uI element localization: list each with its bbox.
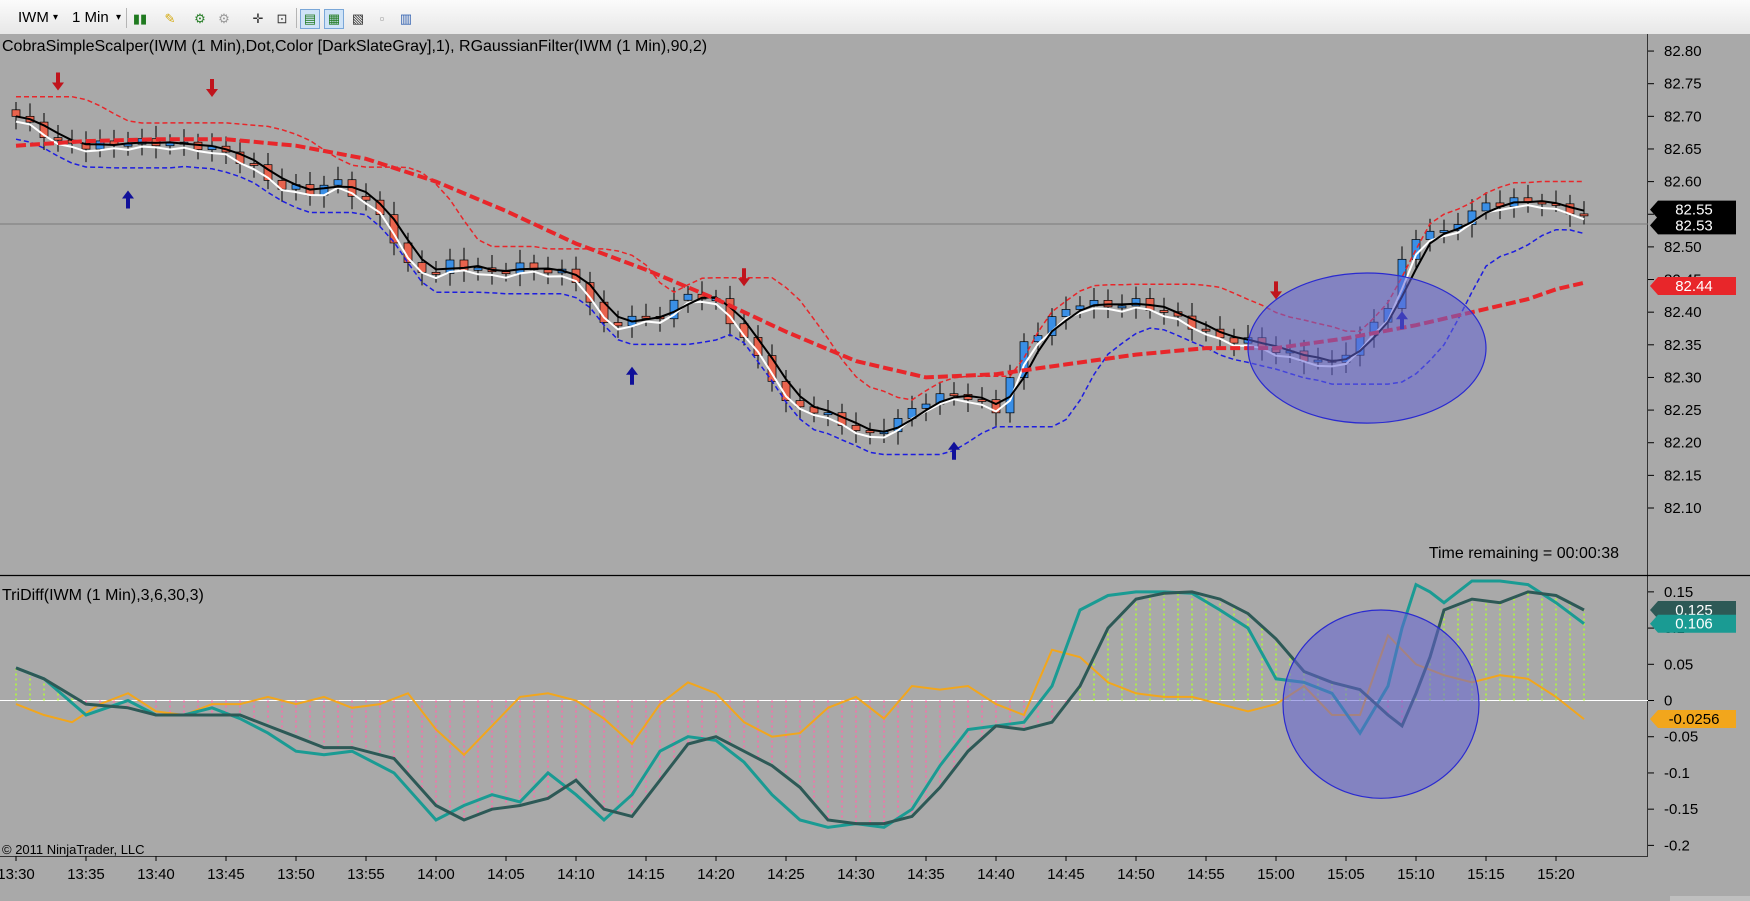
candle-up xyxy=(333,179,343,186)
time-tick-label: 14:00 xyxy=(417,866,455,883)
time-tick-label: 15:15 xyxy=(1467,866,1505,883)
time-tick-label: 15:20 xyxy=(1537,866,1575,883)
indicator-tick-label: -0.05 xyxy=(1664,729,1698,746)
horizontal-scrollbar[interactable] xyxy=(1670,896,1750,901)
time-tick-label: 14:30 xyxy=(837,866,875,883)
candle-down xyxy=(1201,328,1211,332)
indicator-tick-label: 0.05 xyxy=(1664,656,1693,673)
time-tick-label: 14:35 xyxy=(907,866,945,883)
candle-down xyxy=(613,322,623,327)
indicator-tick-label: 0 xyxy=(1664,693,1672,710)
highlight-ellipse xyxy=(1247,272,1487,424)
draw-tool-icon[interactable]: ✎ xyxy=(160,9,180,29)
candle-down xyxy=(431,271,441,275)
candle-up xyxy=(473,267,483,271)
price-value-label: 82.53 xyxy=(1675,217,1713,234)
candle-down xyxy=(1579,213,1589,217)
candle-up xyxy=(1117,305,1127,309)
properties-icon[interactable]: ▦ xyxy=(324,9,344,29)
price-tick-label: 82.65 xyxy=(1664,141,1702,158)
indicator-tick-label: -0.15 xyxy=(1664,801,1698,818)
instrument-selector[interactable]: IWM xyxy=(18,8,49,28)
indicator-icon[interactable]: ▫ xyxy=(372,9,392,29)
time-tick-label: 14:15 xyxy=(627,866,665,883)
time-tick-label: 14:05 xyxy=(487,866,525,883)
time-tick-label: 15:00 xyxy=(1257,866,1295,883)
candle-down xyxy=(1229,337,1239,344)
price-tick-label: 82.20 xyxy=(1664,435,1702,452)
crosshair-icon[interactable]: ✛ xyxy=(248,9,268,29)
time-tick-label: 13:55 xyxy=(347,866,385,883)
price-value-label: 82.44 xyxy=(1675,278,1713,295)
zoom-icon[interactable]: ⊡ xyxy=(272,9,292,29)
chart-trader-icon[interactable]: ▧ xyxy=(348,9,368,29)
data-box-icon[interactable]: ▤ xyxy=(300,9,320,29)
chart-background xyxy=(0,34,1750,901)
strategy-icon[interactable]: ▥ xyxy=(396,9,416,29)
price-tick-label: 82.10 xyxy=(1664,500,1702,517)
price-tick-label: 82.75 xyxy=(1664,76,1702,93)
time-remaining-label: Time remaining = 00:00:38 xyxy=(1429,545,1619,562)
interval-selector[interactable]: 1 Min xyxy=(72,8,109,28)
candle-up xyxy=(1481,202,1491,212)
candle-down xyxy=(11,109,21,117)
indicator-tick-label: -0.1 xyxy=(1664,765,1690,782)
candle-up xyxy=(1061,309,1071,317)
time-tick-label: 13:50 xyxy=(277,866,315,883)
instrument-dropdown-icon[interactable]: ▾ xyxy=(53,8,58,28)
candle-down xyxy=(543,269,553,274)
time-tick-label: 14:45 xyxy=(1047,866,1085,883)
time-tick-label: 14:20 xyxy=(697,866,735,883)
indicator-tick-label: 0.15 xyxy=(1664,584,1693,601)
candle-down xyxy=(249,163,259,166)
price-tick-label: 82.50 xyxy=(1664,239,1702,256)
interval-dropdown-icon[interactable]: ▾ xyxy=(116,8,121,28)
bar-style-icon[interactable]: ▮▮ xyxy=(130,9,150,29)
candle-down xyxy=(361,195,371,201)
price-tick-label: 82.30 xyxy=(1664,369,1702,386)
time-tick-label: 15:05 xyxy=(1327,866,1365,883)
price-panel-title: CobraSimpleScalper(IWM (1 Min),Dot,Color… xyxy=(2,38,707,55)
indicator-panel-title: TriDiff(IWM (1 Min),3,6,30,3) xyxy=(2,587,204,604)
price-tick-label: 82.40 xyxy=(1664,304,1702,321)
toolbar: IWM ▾ 1 Min ▾ ▮▮ ✎ ⚙ ⚙ ✛ ⊡ ▤ ▦ ▧ ▫ ▥ xyxy=(0,0,1750,35)
time-tick-label: 14:10 xyxy=(557,866,595,883)
indicator-value-label: -0.0256 xyxy=(1669,711,1720,728)
copyright-label: © 2011 NinjaTrader, LLC xyxy=(2,842,145,857)
price-value-label: 82.55 xyxy=(1675,202,1713,219)
time-tick-label: 14:50 xyxy=(1117,866,1155,883)
candle-down xyxy=(851,425,861,431)
candle-up xyxy=(515,262,525,274)
chart-tool-disabled-icon: ⚙ xyxy=(218,11,230,26)
time-tick-label: 14:55 xyxy=(1187,866,1225,883)
price-tick-label: 82.70 xyxy=(1664,108,1702,125)
time-tick-label: 13:35 xyxy=(67,866,105,883)
candle-down xyxy=(641,315,651,319)
chart-area[interactable]: 82.8082.7582.7082.6582.6082.5582.5082.45… xyxy=(0,34,1750,901)
toolbar-separator xyxy=(126,8,127,28)
toolbar-separator xyxy=(296,8,297,28)
time-tick-label: 14:25 xyxy=(767,866,805,883)
candle-up xyxy=(683,293,693,301)
price-tick-label: 82.60 xyxy=(1664,174,1702,191)
time-tick-label: 13:40 xyxy=(137,866,175,883)
time-tick-label: 13:30 xyxy=(0,866,35,883)
indicator-value-label: 0.106 xyxy=(1675,616,1713,633)
chart-tool-icon[interactable]: ⚙ xyxy=(190,9,210,29)
indicator-highlight-ellipse xyxy=(1282,609,1480,799)
time-tick-label: 14:40 xyxy=(977,866,1015,883)
price-tick-label: 82.80 xyxy=(1664,43,1702,60)
candle-down xyxy=(53,137,63,141)
indicator-tick-label: -0.2 xyxy=(1664,837,1690,854)
time-tick-label: 13:45 xyxy=(207,866,245,883)
candle-up xyxy=(1425,230,1435,240)
price-tick-label: 82.25 xyxy=(1664,402,1702,419)
price-tick-label: 82.35 xyxy=(1664,337,1702,354)
candle-down xyxy=(949,393,959,397)
time-tick-label: 15:10 xyxy=(1397,866,1435,883)
candle-down xyxy=(1159,310,1169,313)
price-tick-label: 82.15 xyxy=(1664,467,1702,484)
